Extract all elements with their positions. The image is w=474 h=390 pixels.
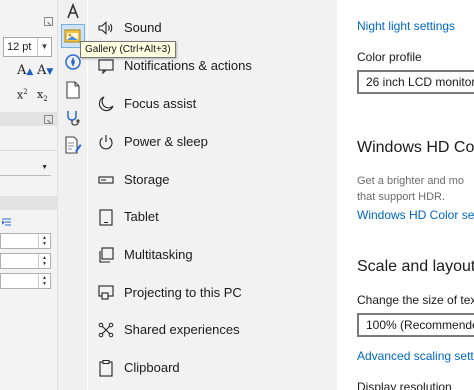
- nav-item-label: Shared experiences: [124, 322, 240, 337]
- edit-document-icon[interactable]: [61, 133, 85, 157]
- nav-item-shared-experiences[interactable]: Shared experiences: [88, 312, 337, 348]
- projecting-icon: [97, 284, 115, 302]
- color-profile-value: 26 inch LCD monitor: [366, 75, 474, 89]
- style-dropdown[interactable]: ▼: [0, 162, 51, 176]
- scale-dropdown[interactable]: 100% (Recommended: [357, 313, 474, 337]
- text-style-icon[interactable]: [61, 0, 85, 24]
- clipboard-icon: [97, 359, 115, 377]
- notifications-icon: [97, 57, 115, 75]
- nav-item-focus-assist[interactable]: Focus assist: [88, 86, 337, 122]
- nav-item-label: Notifications & actions: [124, 58, 252, 73]
- storage-icon: [97, 171, 115, 189]
- text-size-label: Change the size of tex: [357, 293, 474, 307]
- nav-item-label: Multitasking: [124, 247, 193, 262]
- nav-item-projecting[interactable]: Projecting to this PC: [88, 275, 337, 311]
- stepper-arrows-icon[interactable]: ▲ ▼: [38, 254, 50, 268]
- stethoscope-icon[interactable]: [61, 106, 85, 130]
- shared-experiences-icon: [97, 321, 115, 339]
- nav-item-label: Projecting to this PC: [124, 285, 242, 300]
- nav-item-multitasking[interactable]: Multitasking: [88, 237, 337, 273]
- nav-item-label: Tablet: [124, 209, 159, 224]
- subscript-button[interactable]: x2: [37, 88, 48, 103]
- hd-color-settings-link[interactable]: Windows HD Color set: [357, 208, 474, 222]
- nav-item-label: Storage: [124, 172, 170, 187]
- vertical-toolbar: [57, 0, 87, 390]
- spacing-before-stepper[interactable]: ▲ ▼: [0, 233, 51, 249]
- chevron-down-icon: ▼: [41, 164, 48, 171]
- tablet-icon: [97, 208, 115, 226]
- dialog-launcher-icon[interactable]: [44, 17, 53, 26]
- speaker-icon: [97, 19, 115, 37]
- multitasking-icon: [97, 246, 115, 264]
- ribbon-group-footer: [0, 196, 57, 210]
- hd-color-description: Get a brighter and mo: [357, 175, 465, 187]
- advanced-scaling-link[interactable]: Advanced scaling settin: [357, 349, 474, 363]
- nav-item-power-sleep[interactable]: Power & sleep: [88, 124, 337, 160]
- scale-value: 100% (Recommended: [366, 318, 474, 332]
- stepper-arrows-icon[interactable]: ▲ ▼: [38, 234, 50, 248]
- stepper-arrows-icon[interactable]: ▲ ▼: [38, 274, 50, 288]
- divider: [0, 150, 57, 151]
- nav-item-label: Clipboard: [124, 360, 180, 375]
- hd-color-heading: Windows HD Col: [357, 139, 474, 156]
- shrink-font-icon[interactable]: A▼: [37, 63, 53, 78]
- hd-color-description: that support HDR.: [357, 191, 446, 203]
- chevron-down-icon[interactable]: ▼: [37, 38, 51, 56]
- ribbon-panel: 12 pt ▼ A▲ A▼ x2 x2 ▼ ▲ ▼ ▲ ▼ ▲ ▼: [0, 0, 57, 390]
- nav-item-label: Power & sleep: [124, 134, 208, 149]
- color-profile-label: Color profile: [357, 50, 422, 64]
- font-size-value: 12 pt: [7, 41, 32, 53]
- nav-item-label: Sound: [124, 20, 162, 35]
- line-spacing-stepper[interactable]: ▲ ▼: [0, 273, 51, 289]
- page-icon[interactable]: [61, 78, 85, 102]
- display-resolution-label: Display resolution: [357, 380, 452, 390]
- font-size-combo[interactable]: 12 pt ▼: [3, 37, 52, 57]
- nav-item-label: Focus assist: [124, 96, 197, 111]
- nav-item-tablet[interactable]: Tablet: [88, 199, 337, 235]
- scale-layout-heading: Scale and layout: [357, 258, 474, 275]
- night-light-settings-link[interactable]: Night light settings: [357, 19, 455, 33]
- dialog-launcher-icon[interactable]: [44, 115, 53, 124]
- gallery-tooltip: Gallery (Ctrl+Alt+3): [80, 41, 176, 58]
- superscript-button[interactable]: x2: [17, 88, 28, 102]
- spacing-after-stepper[interactable]: ▲ ▼: [0, 253, 51, 269]
- color-profile-dropdown[interactable]: 26 inch LCD monitor: [357, 70, 474, 94]
- display-settings-pane: Night light settings Color profile 26 in…: [337, 0, 474, 390]
- nav-item-clipboard[interactable]: Clipboard: [88, 350, 337, 386]
- indent-icon[interactable]: [1, 214, 11, 226]
- nav-item-storage[interactable]: Storage: [88, 162, 337, 198]
- settings-nav: Sound Notifications & actions Focus assi…: [88, 0, 337, 390]
- power-icon: [97, 133, 115, 151]
- grow-font-icon[interactable]: A▲: [17, 63, 33, 78]
- moon-icon: [97, 95, 115, 113]
